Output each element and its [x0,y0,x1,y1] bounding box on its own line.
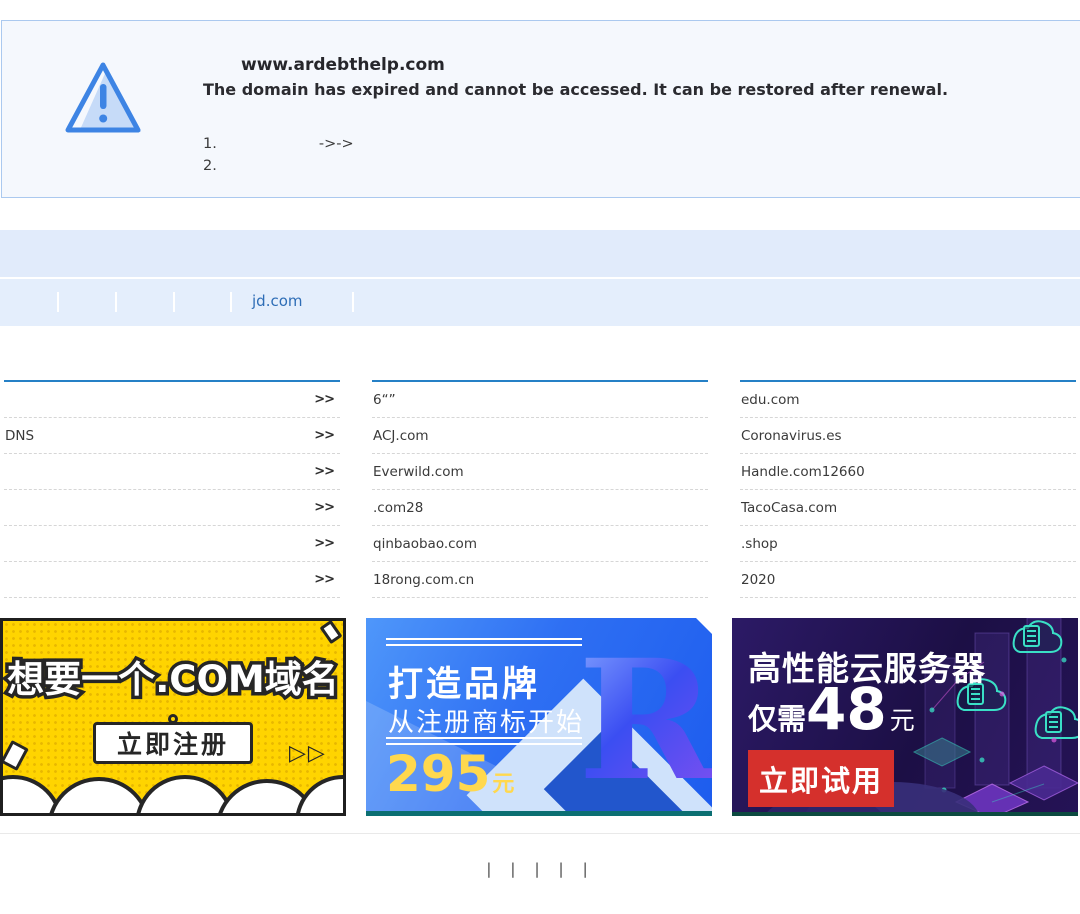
nav-divider [352,292,354,312]
nav-divider [230,292,232,312]
list-item[interactable]: edu.com [740,382,1076,418]
domain-expired-notice: www.ardebthelp.com The domain has expire… [1,20,1080,198]
footer-divider [0,833,1080,834]
page: www.ardebthelp.com The domain has expire… [0,0,1080,914]
domain-list-column-2: 6“” ACJ.com Everwild.com .com28 qinbaoba… [372,380,708,598]
ad-title: 想要一个.COM域名 [3,649,343,703]
double-rule [386,638,582,646]
try-now-button[interactable]: 立即试用 [748,750,894,807]
item-label: 2020 [741,572,775,588]
ad-subtitle: 从注册商标开始 [388,702,584,739]
step-number: 2. [203,158,217,174]
ad-banner-com-domain[interactable]: 想要一个.COM域名 立即注册 ▷▷ [0,618,346,816]
more-link[interactable]: >> [314,392,334,407]
ad-banner-cloud-server[interactable]: 高性能云服务器 仅需 48 元 立即试用 [732,618,1078,816]
notice-step-2: 2. [203,155,354,177]
item-label: .shop [741,536,778,552]
domain-list-column-1: >> DNS >> >> >> >> >> [4,380,340,598]
list-item[interactable]: >> [4,562,340,598]
notice-domain-title: www.ardebthelp.com [241,55,445,75]
bottom-strip [366,811,712,816]
price-prefix: 仅需 [748,696,806,738]
nav-divider [57,292,59,312]
list-item[interactable]: TacoCasa.com [740,490,1076,526]
item-label: 18rong.com.cn [373,572,474,588]
item-label: edu.com [741,392,800,408]
item-label: .com28 [373,500,423,516]
nav-bar: jd.com [0,279,1080,326]
ad-title: 打造品牌 [388,656,540,707]
list-item[interactable]: .shop [740,526,1076,562]
footer-separator: | [583,860,588,878]
bottom-strip [732,812,1078,816]
list-item[interactable]: Coronavirus.es [740,418,1076,454]
domain-list-column-3: edu.com Coronavirus.es Handle.com12660 T… [740,380,1076,598]
list-item[interactable]: 2020 [740,562,1076,598]
list-item[interactable]: >> [4,382,340,418]
list-item[interactable]: 18rong.com.cn [372,562,708,598]
footer-separator: | [534,860,539,878]
footer-separator: | [510,860,515,878]
list-item[interactable]: >> [4,454,340,490]
more-link[interactable]: >> [314,500,334,515]
warning-triangle-icon [58,55,150,145]
item-label: qinbaobao.com [373,536,477,552]
nav-link-jd[interactable]: jd.com [252,292,303,310]
more-link[interactable]: >> [314,536,334,551]
double-rule [386,737,582,745]
price-number: 48 [806,680,887,738]
list-item[interactable]: >> [4,490,340,526]
item-label: ACJ.com [373,428,429,444]
nav-divider [173,292,175,312]
notice-step-1: 1. ->-> [203,133,354,155]
list-item[interactable]: 6“” [372,382,708,418]
price-line: 仅需 48 元 [748,680,915,738]
item-label: TacoCasa.com [741,500,837,516]
more-link[interactable]: >> [314,572,334,587]
footer-links: | | | | | [0,860,1080,878]
list-item[interactable]: ACJ.com [372,418,708,454]
ad-banner-trademark[interactable]: R 打造品牌 从注册商标开始 295 元 [366,618,712,816]
notice-message: The domain has expired and cannot be acc… [203,80,948,99]
price-unit: 元 [492,766,514,798]
item-label: 6“” [373,392,396,408]
step-number: 1. [203,136,217,152]
notice-steps: 1. ->-> 2. [203,133,354,177]
cloud-scallops [0,755,346,816]
price: 295 元 [386,748,514,800]
price-unit: 元 [890,701,915,737]
item-label: Handle.com12660 [741,464,865,480]
item-label: Everwild.com [373,464,464,480]
list-item[interactable]: qinbaobao.com [372,526,708,562]
list-item[interactable]: DNS >> [4,418,340,454]
item-label: Coronavirus.es [741,428,842,444]
button-dot [168,714,178,724]
list-item[interactable]: >> [4,526,340,562]
nav-divider [115,292,117,312]
corner-fold [696,618,712,634]
step-text: ->-> [319,136,354,152]
header-band [0,230,1080,277]
registered-trademark-letter: R [578,640,712,800]
list-item[interactable]: .com28 [372,490,708,526]
more-link[interactable]: >> [314,428,334,443]
footer-separator: | [559,860,564,878]
list-item[interactable]: Handle.com12660 [740,454,1076,490]
more-link[interactable]: >> [314,464,334,479]
price-number: 295 [386,748,490,800]
footer-separator: | [486,860,491,878]
item-label: DNS [5,428,34,444]
paper-shard-icon [320,620,343,644]
list-item[interactable]: Everwild.com [372,454,708,490]
